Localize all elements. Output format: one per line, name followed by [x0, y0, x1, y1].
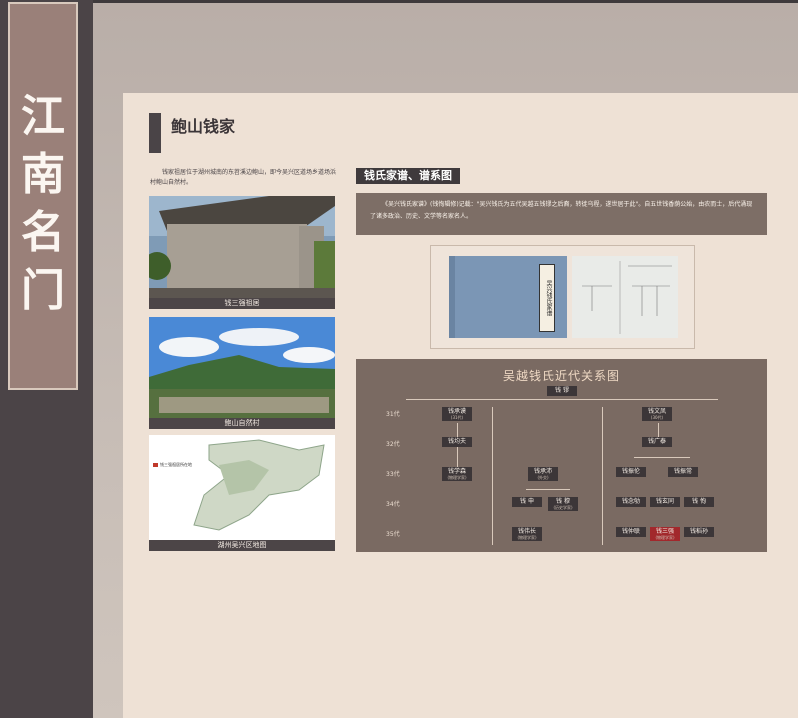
node-34-right-a: 钱念劬 [616, 497, 646, 507]
node-34-right-c: 钱 恂 [684, 497, 714, 507]
node-35-middle: 钱伟长 (物理学家) [512, 527, 542, 541]
link-mid-h [526, 489, 570, 490]
divider-line-2 [602, 407, 603, 545]
chart-title: 吴越钱氏近代关系图 [502, 369, 620, 383]
genealogy-quote: 《吴兴钱氏家谱》(钱恂辑修)记载："吴兴钱氏为五代吴越五钱镠之后裔，转徙乌程，遂… [356, 193, 767, 235]
node-root: 钱 镠 [547, 386, 577, 396]
vertical-title: 江 南 名 门 [10, 88, 76, 320]
book-cover-label: 吴兴钱氏家谱 [539, 264, 555, 332]
gen-label-34: 34代 [386, 501, 400, 508]
node-31-left: 钱承谟 (31代) [442, 407, 472, 421]
gen-label-32: 32代 [386, 441, 400, 448]
node-35-right-c: 钱稻孙 [684, 527, 714, 537]
title-char-2: 南 [21, 149, 65, 200]
node-33-right-b: 钱振常 [668, 467, 698, 477]
link-right-h1 [634, 457, 690, 458]
gen-label-35: 35代 [386, 531, 400, 538]
village-photo [149, 317, 335, 418]
photo-caption-village: 鲍山自然村 [149, 418, 335, 429]
link-right-1 [658, 423, 659, 437]
node-31-right: 钱文凤 (30代) [642, 407, 672, 421]
node-33-right-a: 钱振伦 [616, 467, 646, 477]
heading-accent-bar [149, 113, 161, 153]
gen-label-31: 31代 [386, 411, 400, 418]
photo-caption-map: 湖州吴兴区地图 [149, 540, 335, 551]
node-34-right-b: 钱玄同 [650, 497, 680, 507]
node-33-left: 钱学森 (物理学家) [442, 467, 472, 481]
link-left-1 [457, 423, 458, 437]
title-char-1: 江 [21, 91, 65, 142]
district-map: 钱三强祖居所在地 [149, 435, 335, 540]
node-35-highlight: 钱三强 (物理学家) [650, 527, 680, 541]
book-page [572, 256, 678, 338]
gen-label-33: 33代 [386, 471, 400, 478]
section-tab-genealogy: 钱氏家谱、谱系图 [356, 168, 460, 184]
title-char-4: 门 [21, 265, 65, 316]
book-cover: 吴兴钱氏家谱 [449, 256, 567, 338]
ancestral-house-photo [149, 196, 335, 298]
genealogy-book-images: 吴兴钱氏家谱 [430, 245, 695, 349]
title-plaque: 江 南 名 门 [8, 2, 78, 390]
page-title: 鲍山钱家 [171, 117, 236, 136]
node-35-right-a: 钱仲联 [616, 527, 646, 537]
node-32-left: 钱均夫 [442, 437, 472, 447]
map-legend: 钱三强祖居所在地 [160, 462, 192, 467]
intro-text: 钱家祖居位于湖州城南的东苕溪边鲍山，即今吴兴区道场乡道场浜村鲍山自然村。 [150, 169, 337, 186]
photo-caption-house: 钱三强祖居 [149, 298, 335, 309]
family-relationship-chart: 吴越钱氏近代关系图 钱 镠 31代 32代 33代 34代 35代 钱承谟 (31… [356, 359, 767, 552]
node-32-right: 钱广泰 [642, 437, 672, 447]
divider-line-1 [492, 407, 493, 545]
top-edge [0, 0, 798, 3]
node-34-middle-b: 钱 穆 (历史学家) [548, 497, 578, 511]
title-char-3: 名 [21, 207, 65, 258]
link-left-2 [457, 447, 458, 467]
node-33-middle: 钱承沛 (外交) [528, 467, 558, 481]
root-line [406, 399, 718, 400]
node-34-middle-a: 钱 申 [512, 497, 542, 507]
